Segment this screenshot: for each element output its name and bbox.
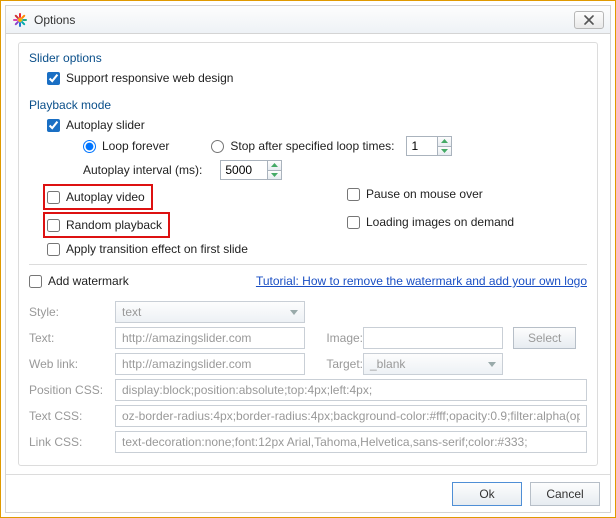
weblink-label: Web link: (29, 357, 115, 371)
target-select[interactable]: _blank (363, 353, 503, 375)
autoplay-video-row[interactable]: Autoplay video (47, 190, 145, 204)
chevron-down-icon (290, 310, 298, 315)
pause-mouseover-label: Pause on mouse over (366, 187, 483, 201)
slider-options-heading: Slider options (29, 51, 587, 65)
autoplay-interval-label: Autoplay interval (ms): (83, 163, 202, 177)
random-playback-highlight: Random playback (43, 212, 170, 238)
random-playback-label: Random playback (66, 218, 162, 232)
autoplay-video-highlight: Autoplay video (43, 184, 153, 210)
autoplay-interval-input[interactable] (221, 161, 267, 179)
pause-mouseover-checkbox[interactable] (347, 188, 360, 201)
style-value: text (122, 305, 141, 319)
responsive-label: Support responsive web design (66, 71, 233, 85)
image-label: Image: (313, 331, 363, 345)
options-dialog: Options Slider options Support responsiv… (5, 5, 611, 513)
text-css-label: Text CSS: (29, 409, 115, 423)
add-watermark-checkbox[interactable] (29, 275, 42, 288)
autoplay-slider-label: Autoplay slider (66, 118, 145, 132)
target-label: Target: (313, 357, 363, 371)
style-label: Style: (29, 305, 115, 319)
watermark-form: Style: text Text: Image: Select Web link… (29, 301, 587, 453)
chevron-down-icon (488, 362, 496, 367)
position-css-label: Position CSS: (29, 383, 115, 397)
image-select-button[interactable]: Select (513, 327, 576, 349)
dialog-footer: Ok Cancel (6, 474, 610, 512)
stop-after-option[interactable]: Stop after specified loop times: (211, 139, 394, 153)
apply-transition-first-row[interactable]: Apply transition effect on first slide (29, 242, 587, 256)
stop-after-label: Stop after specified loop times: (230, 139, 394, 153)
text-input[interactable] (115, 327, 305, 349)
close-icon (583, 15, 595, 25)
autoplay-interval-down[interactable] (268, 170, 281, 180)
add-watermark-label: Add watermark (48, 274, 129, 288)
pause-mouseover-row[interactable]: Pause on mouse over (347, 187, 587, 201)
cancel-button[interactable]: Cancel (530, 482, 600, 506)
random-playback-row[interactable]: Random playback (47, 218, 162, 232)
apply-transition-first-checkbox[interactable] (47, 243, 60, 256)
autoplay-video-label: Autoplay video (66, 190, 145, 204)
text-css-input[interactable] (115, 405, 587, 427)
loop-forever-option[interactable]: Loop forever (83, 139, 169, 153)
autoplay-interval-spinner[interactable] (220, 160, 282, 180)
autoplay-slider-checkbox[interactable] (47, 119, 60, 132)
loop-times-input[interactable] (407, 137, 437, 155)
add-watermark-row[interactable]: Add watermark (29, 274, 129, 288)
loop-forever-radio[interactable] (83, 140, 96, 153)
loop-forever-label: Loop forever (102, 139, 169, 153)
image-input[interactable] (363, 327, 503, 349)
random-playback-checkbox[interactable] (47, 219, 60, 232)
link-css-input[interactable] (115, 431, 587, 453)
content-area: Slider options Support responsive web de… (6, 34, 610, 474)
playback-mode-heading: Playback mode (29, 98, 587, 112)
tutorial-link[interactable]: Tutorial: How to remove the watermark an… (256, 274, 587, 288)
autoplay-video-checkbox[interactable] (47, 191, 60, 204)
autoplay-interval-up[interactable] (268, 161, 281, 170)
apply-transition-first-label: Apply transition effect on first slide (66, 242, 248, 256)
loop-times-down[interactable] (438, 146, 451, 156)
app-icon (12, 12, 28, 28)
autoplay-slider-row[interactable]: Autoplay slider (29, 118, 587, 132)
loop-mode-row: Loop forever Stop after specified loop t… (29, 136, 587, 156)
main-panel: Slider options Support responsive web de… (18, 42, 598, 466)
position-css-input[interactable] (115, 379, 587, 401)
close-button[interactable] (574, 11, 604, 29)
loading-demand-row[interactable]: Loading images on demand (347, 215, 587, 229)
weblink-input[interactable] (115, 353, 305, 375)
loading-demand-checkbox[interactable] (347, 216, 360, 229)
autoplay-interval-row: Autoplay interval (ms): (29, 160, 587, 180)
stop-after-radio[interactable] (211, 140, 224, 153)
style-select[interactable]: text (115, 301, 305, 323)
loop-times-up[interactable] (438, 137, 451, 146)
link-css-label: Link CSS: (29, 435, 115, 449)
loading-demand-label: Loading images on demand (366, 215, 514, 229)
titlebar: Options (6, 6, 610, 34)
target-value: _blank (370, 357, 405, 371)
responsive-checkbox[interactable] (47, 72, 60, 85)
text-label: Text: (29, 331, 115, 345)
window-title: Options (34, 13, 574, 27)
loop-times-spinner[interactable] (406, 136, 452, 156)
responsive-row[interactable]: Support responsive web design (29, 71, 587, 85)
ok-button[interactable]: Ok (452, 482, 522, 506)
